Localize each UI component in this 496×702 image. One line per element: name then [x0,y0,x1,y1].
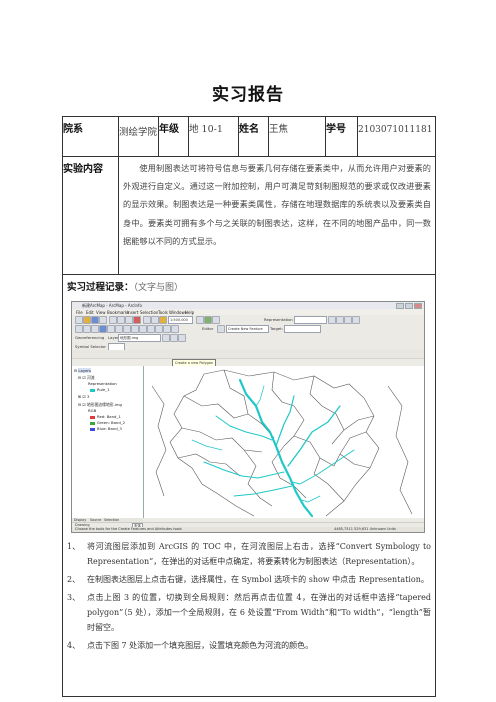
task-dropdown[interactable]: Create New Feature [226,325,269,333]
add-control-points-icon[interactable] [162,334,170,342]
toc-blue-band: Blue: Band_3 [90,426,122,431]
toc-red-band: Red: Band_1 [90,414,121,419]
open-icon[interactable] [83,316,91,324]
process-header: 实习过程记录：（文字与图） [67,282,184,293]
arctoolbox-icon[interactable] [204,316,212,324]
undo-icon[interactable] [143,316,151,324]
layer-dropdown[interactable]: 地形图.img [118,334,161,342]
content-label: 实验内容 [63,164,103,175]
identify-icon[interactable] [155,325,163,333]
redo-icon[interactable] [151,316,159,324]
toc-raster[interactable]: ⊟ ☑ 地形图边缘地形.img [78,402,122,408]
measure-icon[interactable] [171,325,179,333]
representation-dropdown[interactable] [294,316,327,324]
toc-rule: Rule_1 [90,387,110,392]
red-swatch [90,415,95,419]
select-features-icon[interactable] [139,325,147,333]
copy-icon[interactable] [117,316,125,324]
rep-tool-2-icon[interactable] [336,316,344,324]
green-swatch [90,421,95,425]
paste-icon[interactable] [125,316,133,324]
status-message: Choose the tools for the Create Features… [75,527,182,531]
save-icon[interactable] [91,316,99,324]
view-link-table-icon[interactable] [170,334,178,342]
map-view[interactable] [144,366,424,518]
editor-label[interactable]: Editor [202,326,213,331]
report-table: 院系 测绘学院 年级 地 10-1 姓名 王焦 学号 2103071011181… [62,116,436,697]
step-item: 1、 将河流图层添加到 ArcGIS 的 TOC 中，在河流图层上右击，选择“Co… [67,542,431,566]
dept-label: 院系 [63,124,83,135]
toc-layers-root[interactable]: ⊟ Layers [74,368,91,373]
full-extent-icon[interactable] [99,325,107,333]
arcmap-screenshot: 新建ArcMap - ArcMap - ArcInfo File Edit Vi… [71,301,425,533]
sketch-tool-icon[interactable] [217,325,225,333]
add-data-icon[interactable] [159,316,167,324]
map-drawing [151,369,413,518]
name-label: 姓名 [239,124,259,135]
find-icon[interactable] [163,325,171,333]
document-title: 实习报告 [212,85,284,105]
extra-toolbar [72,350,424,359]
toc-representation: Representation [88,381,117,386]
river-network [191,378,355,518]
back-extent-icon[interactable] [123,325,131,333]
content-text: 使用制图表达可将符号信息与要素几何存储在要素类中，从而允许用户对要素的外观进行自… [123,163,431,246]
name-value: 王焦 [269,124,289,135]
symbol-selector-label[interactable]: Symbol Selector [75,344,106,349]
pan-icon[interactable] [91,325,99,333]
target-dropdown[interactable] [284,325,321,333]
rep-tool-4-icon[interactable] [352,316,360,324]
toc-green-band: Green: Band_2 [90,420,125,425]
table-of-contents: ⊟ Layers ⊟ ☑ 河流 Representation Rule_1 ⊞ … [72,366,144,518]
fixed-zoom-out-icon[interactable] [115,325,123,333]
delete-icon[interactable] [133,316,141,324]
toc-rgb: RGB [88,408,97,413]
toc-node3[interactable]: ⊞ ☑ 3 [78,394,89,399]
help-icon[interactable] [212,316,220,324]
rep-tool-3-icon[interactable] [344,316,352,324]
status-coordinates: 4485,7511 529,631 Unknown Units [334,527,396,531]
select-elements-icon[interactable] [147,325,155,333]
editor-toolbar-icon[interactable] [196,316,204,324]
step-item: 3、 点击上图 3 的位置，切换到全局规则：然后再点击位置 4，在弹出的对话框中选… [67,593,431,632]
rotate-icon[interactable] [178,334,186,342]
zoom-out-icon[interactable] [83,325,91,333]
new-icon[interactable] [75,316,83,324]
rep-tool-1-icon[interactable] [328,316,336,324]
zoom-in-icon[interactable] [75,325,83,333]
cut-icon[interactable] [109,316,117,324]
watershed-boundaries [151,369,413,517]
georeferencing-label[interactable]: Georeferencing [75,335,104,340]
process-label: 实习过程记录 [67,282,125,293]
scale-field[interactable]: 1:500,000 [168,316,193,324]
grade-label: 年级 [159,124,179,135]
id-label: 学号 [326,124,346,135]
step-item: 4、 点击下图 7 处添加一个填充图层，设置填充颜色为河流的颜色。 [67,641,314,650]
dept-value: 测绘学院 [119,127,158,138]
forward-extent-icon[interactable] [131,325,139,333]
status-bar: Choose the tools for the Create Features… [72,527,424,532]
print-icon[interactable] [99,316,107,324]
grade-value: 地 10-1 [189,124,223,135]
process-note: （文字与图） [133,283,184,293]
step-item: 2、 在制图表达图层上点击右键，选择属性，在 Symbol 选项卡的 show 中… [67,575,429,584]
id-value: 2103071011181 [358,125,433,135]
fixed-zoom-in-icon[interactable] [107,325,115,333]
target-label: Target: [270,326,284,331]
blue-swatch [90,427,95,431]
steps-list: 1、 将河流图层添加到 ArcGIS 的 TOC 中，在河流图层上右击，选择“Co… [63,539,435,653]
representation-toolbar-label: Representation [264,317,293,322]
